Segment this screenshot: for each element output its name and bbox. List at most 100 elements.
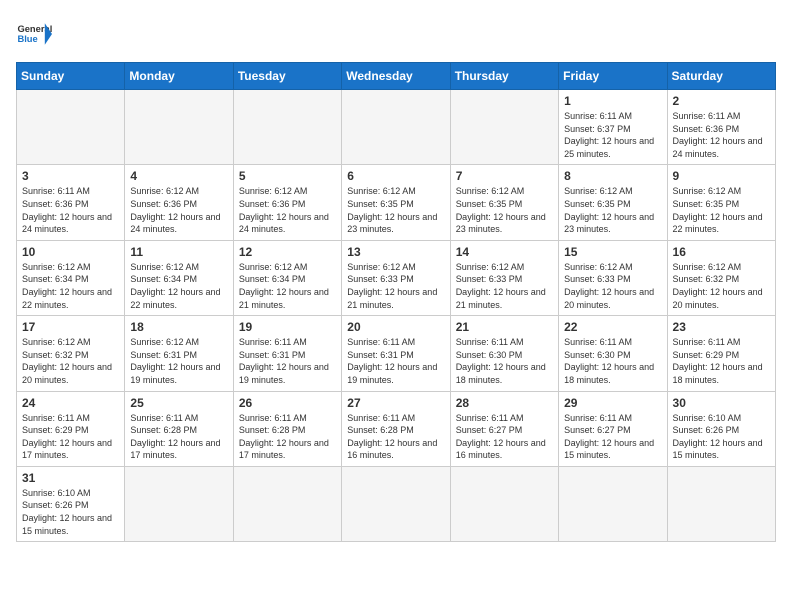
calendar-day-cell [450, 90, 558, 165]
day-info: Sunrise: 6:12 AM Sunset: 6:32 PM Dayligh… [673, 261, 770, 311]
calendar-day-cell: 8 Sunrise: 6:12 AM Sunset: 6:35 PM Daylig… [559, 165, 667, 240]
calendar-day-cell: 4 Sunrise: 6:12 AM Sunset: 6:36 PM Daylig… [125, 165, 233, 240]
day-number: 13 [347, 245, 444, 259]
day-number: 23 [673, 320, 770, 334]
day-number: 8 [564, 169, 661, 183]
day-number: 21 [456, 320, 553, 334]
calendar-day-cell: 19 Sunrise: 6:11 AM Sunset: 6:31 PM Dayli… [233, 316, 341, 391]
calendar-week-row: 31Sunrise: 6:10 AM Sunset: 6:26 PM Dayli… [17, 466, 776, 541]
day-info: Sunrise: 6:10 AM Sunset: 6:26 PM Dayligh… [22, 487, 119, 537]
calendar-day-cell: 20 Sunrise: 6:11 AM Sunset: 6:31 PM Dayli… [342, 316, 450, 391]
calendar-day-cell: 31Sunrise: 6:10 AM Sunset: 6:26 PM Dayli… [17, 466, 125, 541]
day-number: 16 [673, 245, 770, 259]
day-info: Sunrise: 6:11 AM Sunset: 6:29 PM Dayligh… [22, 412, 119, 462]
logo-icon: General Blue [16, 16, 52, 52]
day-number: 20 [347, 320, 444, 334]
day-info: Sunrise: 6:11 AM Sunset: 6:29 PM Dayligh… [673, 336, 770, 386]
calendar-col-header: Sunday [17, 63, 125, 90]
calendar-day-cell [450, 466, 558, 541]
day-info: Sunrise: 6:12 AM Sunset: 6:35 PM Dayligh… [673, 185, 770, 235]
day-info: Sunrise: 6:12 AM Sunset: 6:34 PM Dayligh… [239, 261, 336, 311]
calendar-day-cell: 12 Sunrise: 6:12 AM Sunset: 6:34 PM Dayli… [233, 240, 341, 315]
day-number: 22 [564, 320, 661, 334]
day-info: Sunrise: 6:11 AM Sunset: 6:37 PM Dayligh… [564, 110, 661, 160]
day-info: Sunrise: 6:11 AM Sunset: 6:30 PM Dayligh… [456, 336, 553, 386]
calendar-day-cell [125, 90, 233, 165]
day-info: Sunrise: 6:10 AM Sunset: 6:26 PM Dayligh… [673, 412, 770, 462]
day-number: 14 [456, 245, 553, 259]
calendar-day-cell [342, 466, 450, 541]
day-info: Sunrise: 6:12 AM Sunset: 6:35 PM Dayligh… [564, 185, 661, 235]
calendar-day-cell: 21 Sunrise: 6:11 AM Sunset: 6:30 PM Dayli… [450, 316, 558, 391]
day-info: Sunrise: 6:12 AM Sunset: 6:33 PM Dayligh… [456, 261, 553, 311]
calendar-day-cell: 27 Sunrise: 6:11 AM Sunset: 6:28 PM Dayli… [342, 391, 450, 466]
day-info: Sunrise: 6:11 AM Sunset: 6:28 PM Dayligh… [347, 412, 444, 462]
calendar-day-cell [559, 466, 667, 541]
day-number: 27 [347, 396, 444, 410]
day-number: 28 [456, 396, 553, 410]
day-info: Sunrise: 6:12 AM Sunset: 6:31 PM Dayligh… [130, 336, 227, 386]
day-info: Sunrise: 6:11 AM Sunset: 6:31 PM Dayligh… [239, 336, 336, 386]
calendar-week-row: 17Sunrise: 6:12 AM Sunset: 6:32 PM Dayli… [17, 316, 776, 391]
calendar-week-row: 10Sunrise: 6:12 AM Sunset: 6:34 PM Dayli… [17, 240, 776, 315]
calendar-col-header: Monday [125, 63, 233, 90]
day-info: Sunrise: 6:12 AM Sunset: 6:34 PM Dayligh… [22, 261, 119, 311]
day-number: 19 [239, 320, 336, 334]
calendar-day-cell: 17Sunrise: 6:12 AM Sunset: 6:32 PM Dayli… [17, 316, 125, 391]
calendar-col-header: Wednesday [342, 63, 450, 90]
day-number: 26 [239, 396, 336, 410]
day-info: Sunrise: 6:11 AM Sunset: 6:36 PM Dayligh… [673, 110, 770, 160]
day-number: 1 [564, 94, 661, 108]
day-number: 5 [239, 169, 336, 183]
calendar-day-cell: 11Sunrise: 6:12 AM Sunset: 6:34 PM Dayli… [125, 240, 233, 315]
day-info: Sunrise: 6:11 AM Sunset: 6:36 PM Dayligh… [22, 185, 119, 235]
day-info: Sunrise: 6:12 AM Sunset: 6:34 PM Dayligh… [130, 261, 227, 311]
calendar-day-cell [17, 90, 125, 165]
calendar-col-header: Friday [559, 63, 667, 90]
day-number: 24 [22, 396, 119, 410]
day-number: 15 [564, 245, 661, 259]
logo: General Blue [16, 16, 52, 52]
calendar-day-cell: 7Sunrise: 6:12 AM Sunset: 6:35 PM Daylig… [450, 165, 558, 240]
calendar-header-row: SundayMondayTuesdayWednesdayThursdayFrid… [17, 63, 776, 90]
day-number: 12 [239, 245, 336, 259]
page-header: General Blue [16, 16, 776, 52]
day-number: 2 [673, 94, 770, 108]
calendar-day-cell: 6 Sunrise: 6:12 AM Sunset: 6:35 PM Daylig… [342, 165, 450, 240]
day-info: Sunrise: 6:11 AM Sunset: 6:28 PM Dayligh… [130, 412, 227, 462]
calendar-day-cell: 5 Sunrise: 6:12 AM Sunset: 6:36 PM Daylig… [233, 165, 341, 240]
day-info: Sunrise: 6:12 AM Sunset: 6:33 PM Dayligh… [564, 261, 661, 311]
calendar-day-cell: 3 Sunrise: 6:11 AM Sunset: 6:36 PM Daylig… [17, 165, 125, 240]
calendar-col-header: Saturday [667, 63, 775, 90]
calendar-day-cell [233, 466, 341, 541]
day-info: Sunrise: 6:12 AM Sunset: 6:35 PM Dayligh… [347, 185, 444, 235]
day-number: 6 [347, 169, 444, 183]
calendar-day-cell: 2 Sunrise: 6:11 AM Sunset: 6:36 PM Daylig… [667, 90, 775, 165]
calendar-week-row: 24 Sunrise: 6:11 AM Sunset: 6:29 PM Dayli… [17, 391, 776, 466]
day-number: 18 [130, 320, 227, 334]
calendar-day-cell: 9 Sunrise: 6:12 AM Sunset: 6:35 PM Daylig… [667, 165, 775, 240]
calendar-day-cell: 25Sunrise: 6:11 AM Sunset: 6:28 PM Dayli… [125, 391, 233, 466]
calendar-week-row: 1 Sunrise: 6:11 AM Sunset: 6:37 PM Daylig… [17, 90, 776, 165]
calendar-day-cell: 29Sunrise: 6:11 AM Sunset: 6:27 PM Dayli… [559, 391, 667, 466]
calendar-table: SundayMondayTuesdayWednesdayThursdayFrid… [16, 62, 776, 542]
calendar-day-cell: 28Sunrise: 6:11 AM Sunset: 6:27 PM Dayli… [450, 391, 558, 466]
day-number: 4 [130, 169, 227, 183]
day-info: Sunrise: 6:11 AM Sunset: 6:31 PM Dayligh… [347, 336, 444, 386]
calendar-day-cell: 16 Sunrise: 6:12 AM Sunset: 6:32 PM Dayli… [667, 240, 775, 315]
calendar-day-cell [233, 90, 341, 165]
svg-text:Blue: Blue [17, 34, 37, 44]
day-info: Sunrise: 6:12 AM Sunset: 6:32 PM Dayligh… [22, 336, 119, 386]
day-info: Sunrise: 6:12 AM Sunset: 6:36 PM Dayligh… [130, 185, 227, 235]
calendar-day-cell: 24 Sunrise: 6:11 AM Sunset: 6:29 PM Dayli… [17, 391, 125, 466]
calendar-day-cell [342, 90, 450, 165]
day-info: Sunrise: 6:12 AM Sunset: 6:36 PM Dayligh… [239, 185, 336, 235]
calendar-day-cell: 10Sunrise: 6:12 AM Sunset: 6:34 PM Dayli… [17, 240, 125, 315]
day-info: Sunrise: 6:12 AM Sunset: 6:35 PM Dayligh… [456, 185, 553, 235]
day-number: 3 [22, 169, 119, 183]
day-number: 9 [673, 169, 770, 183]
day-number: 30 [673, 396, 770, 410]
calendar-day-cell: 30 Sunrise: 6:10 AM Sunset: 6:26 PM Dayli… [667, 391, 775, 466]
day-info: Sunrise: 6:11 AM Sunset: 6:30 PM Dayligh… [564, 336, 661, 386]
calendar-col-header: Thursday [450, 63, 558, 90]
